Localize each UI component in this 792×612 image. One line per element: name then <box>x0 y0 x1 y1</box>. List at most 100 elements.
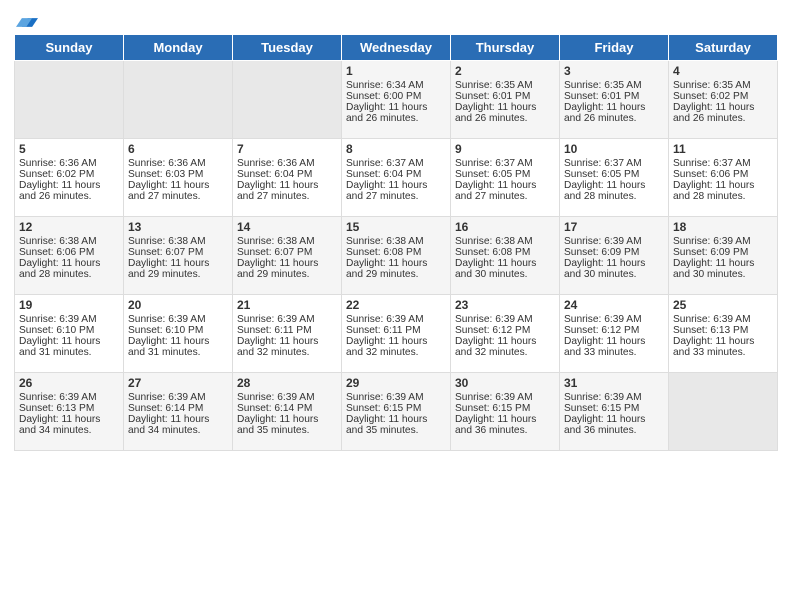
sunset-label: Sunset: 6:00 PM <box>346 91 446 102</box>
sunset-label: Sunset: 6:07 PM <box>237 247 337 258</box>
sunrise-label: Sunrise: 6:39 AM <box>128 392 228 403</box>
sunset-label: Sunset: 6:11 PM <box>237 325 337 336</box>
sunset-label: Sunset: 6:14 PM <box>128 403 228 414</box>
calendar-cell: 25Sunrise: 6:39 AMSunset: 6:13 PMDayligh… <box>669 295 778 373</box>
daylight-label: Daylight: 11 hours and 26 minutes. <box>346 102 446 124</box>
page-header <box>14 10 778 26</box>
daylight-label: Daylight: 11 hours and 27 minutes. <box>128 180 228 202</box>
sunset-label: Sunset: 6:02 PM <box>19 169 119 180</box>
daylight-label: Daylight: 11 hours and 33 minutes. <box>564 336 664 358</box>
daylight-label: Daylight: 11 hours and 33 minutes. <box>673 336 773 358</box>
weekday-header: Sunday <box>15 35 124 61</box>
sunrise-label: Sunrise: 6:39 AM <box>455 392 555 403</box>
sunset-label: Sunset: 6:05 PM <box>564 169 664 180</box>
day-number: 6 <box>128 142 228 156</box>
weekday-header: Friday <box>560 35 669 61</box>
day-number: 9 <box>455 142 555 156</box>
calendar-header: SundayMondayTuesdayWednesdayThursdayFrid… <box>15 35 778 61</box>
day-number: 28 <box>237 376 337 390</box>
sunrise-label: Sunrise: 6:37 AM <box>564 158 664 169</box>
day-number: 23 <box>455 298 555 312</box>
sunset-label: Sunset: 6:10 PM <box>128 325 228 336</box>
sunrise-label: Sunrise: 6:36 AM <box>128 158 228 169</box>
daylight-label: Daylight: 11 hours and 34 minutes. <box>19 414 119 436</box>
daylight-label: Daylight: 11 hours and 32 minutes. <box>455 336 555 358</box>
daylight-label: Daylight: 11 hours and 26 minutes. <box>673 102 773 124</box>
sunset-label: Sunset: 6:15 PM <box>346 403 446 414</box>
sunset-label: Sunset: 6:10 PM <box>19 325 119 336</box>
sunrise-label: Sunrise: 6:35 AM <box>673 80 773 91</box>
daylight-label: Daylight: 11 hours and 29 minutes. <box>128 258 228 280</box>
sunset-label: Sunset: 6:05 PM <box>455 169 555 180</box>
daylight-label: Daylight: 11 hours and 30 minutes. <box>564 258 664 280</box>
sunrise-label: Sunrise: 6:39 AM <box>237 314 337 325</box>
sunrise-label: Sunrise: 6:39 AM <box>346 314 446 325</box>
day-number: 22 <box>346 298 446 312</box>
sunset-label: Sunset: 6:12 PM <box>564 325 664 336</box>
sunrise-label: Sunrise: 6:34 AM <box>346 80 446 91</box>
daylight-label: Daylight: 11 hours and 27 minutes. <box>455 180 555 202</box>
sunrise-label: Sunrise: 6:36 AM <box>19 158 119 169</box>
logo-icon <box>16 10 38 32</box>
sunrise-label: Sunrise: 6:39 AM <box>564 314 664 325</box>
daylight-label: Daylight: 11 hours and 26 minutes. <box>455 102 555 124</box>
calendar-cell: 2Sunrise: 6:35 AMSunset: 6:01 PMDaylight… <box>451 61 560 139</box>
sunset-label: Sunset: 6:13 PM <box>673 325 773 336</box>
calendar-cell <box>124 61 233 139</box>
daylight-label: Daylight: 11 hours and 36 minutes. <box>455 414 555 436</box>
day-number: 17 <box>564 220 664 234</box>
calendar-cell: 26Sunrise: 6:39 AMSunset: 6:13 PMDayligh… <box>15 373 124 451</box>
calendar-cell: 5Sunrise: 6:36 AMSunset: 6:02 PMDaylight… <box>15 139 124 217</box>
sunset-label: Sunset: 6:01 PM <box>455 91 555 102</box>
weekday-header: Wednesday <box>342 35 451 61</box>
sunset-label: Sunset: 6:08 PM <box>346 247 446 258</box>
calendar-week-row: 12Sunrise: 6:38 AMSunset: 6:06 PMDayligh… <box>15 217 778 295</box>
daylight-label: Daylight: 11 hours and 30 minutes. <box>673 258 773 280</box>
sunset-label: Sunset: 6:15 PM <box>564 403 664 414</box>
calendar-cell: 12Sunrise: 6:38 AMSunset: 6:06 PMDayligh… <box>15 217 124 295</box>
calendar-cell: 20Sunrise: 6:39 AMSunset: 6:10 PMDayligh… <box>124 295 233 373</box>
sunrise-label: Sunrise: 6:38 AM <box>237 236 337 247</box>
sunset-label: Sunset: 6:01 PM <box>564 91 664 102</box>
day-number: 3 <box>564 64 664 78</box>
sunrise-label: Sunrise: 6:39 AM <box>19 392 119 403</box>
sunrise-label: Sunrise: 6:39 AM <box>564 236 664 247</box>
day-number: 19 <box>19 298 119 312</box>
daylight-label: Daylight: 11 hours and 35 minutes. <box>346 414 446 436</box>
calendar-cell: 3Sunrise: 6:35 AMSunset: 6:01 PMDaylight… <box>560 61 669 139</box>
sunset-label: Sunset: 6:04 PM <box>237 169 337 180</box>
daylight-label: Daylight: 11 hours and 36 minutes. <box>564 414 664 436</box>
day-number: 1 <box>346 64 446 78</box>
calendar-cell: 28Sunrise: 6:39 AMSunset: 6:14 PMDayligh… <box>233 373 342 451</box>
calendar-cell: 23Sunrise: 6:39 AMSunset: 6:12 PMDayligh… <box>451 295 560 373</box>
calendar-cell: 9Sunrise: 6:37 AMSunset: 6:05 PMDaylight… <box>451 139 560 217</box>
daylight-label: Daylight: 11 hours and 26 minutes. <box>19 180 119 202</box>
calendar-week-row: 19Sunrise: 6:39 AMSunset: 6:10 PMDayligh… <box>15 295 778 373</box>
calendar-cell: 30Sunrise: 6:39 AMSunset: 6:15 PMDayligh… <box>451 373 560 451</box>
sunrise-label: Sunrise: 6:38 AM <box>346 236 446 247</box>
calendar-cell: 24Sunrise: 6:39 AMSunset: 6:12 PMDayligh… <box>560 295 669 373</box>
day-number: 20 <box>128 298 228 312</box>
daylight-label: Daylight: 11 hours and 26 minutes. <box>564 102 664 124</box>
sunset-label: Sunset: 6:08 PM <box>455 247 555 258</box>
day-number: 30 <box>455 376 555 390</box>
daylight-label: Daylight: 11 hours and 31 minutes. <box>19 336 119 358</box>
weekday-header: Tuesday <box>233 35 342 61</box>
calendar-cell: 14Sunrise: 6:38 AMSunset: 6:07 PMDayligh… <box>233 217 342 295</box>
logo <box>14 10 38 26</box>
day-number: 4 <box>673 64 773 78</box>
sunrise-label: Sunrise: 6:37 AM <box>673 158 773 169</box>
day-number: 18 <box>673 220 773 234</box>
sunset-label: Sunset: 6:09 PM <box>564 247 664 258</box>
weekday-header: Thursday <box>451 35 560 61</box>
weekday-header: Saturday <box>669 35 778 61</box>
sunrise-label: Sunrise: 6:39 AM <box>128 314 228 325</box>
sunrise-label: Sunrise: 6:35 AM <box>455 80 555 91</box>
calendar-week-row: 26Sunrise: 6:39 AMSunset: 6:13 PMDayligh… <box>15 373 778 451</box>
calendar-cell <box>15 61 124 139</box>
sunrise-label: Sunrise: 6:39 AM <box>673 236 773 247</box>
daylight-label: Daylight: 11 hours and 28 minutes. <box>564 180 664 202</box>
day-number: 14 <box>237 220 337 234</box>
calendar-cell: 1 Sunrise: 6:34 AMSunset: 6:00 PMDaylight… <box>342 61 451 139</box>
daylight-label: Daylight: 11 hours and 32 minutes. <box>346 336 446 358</box>
